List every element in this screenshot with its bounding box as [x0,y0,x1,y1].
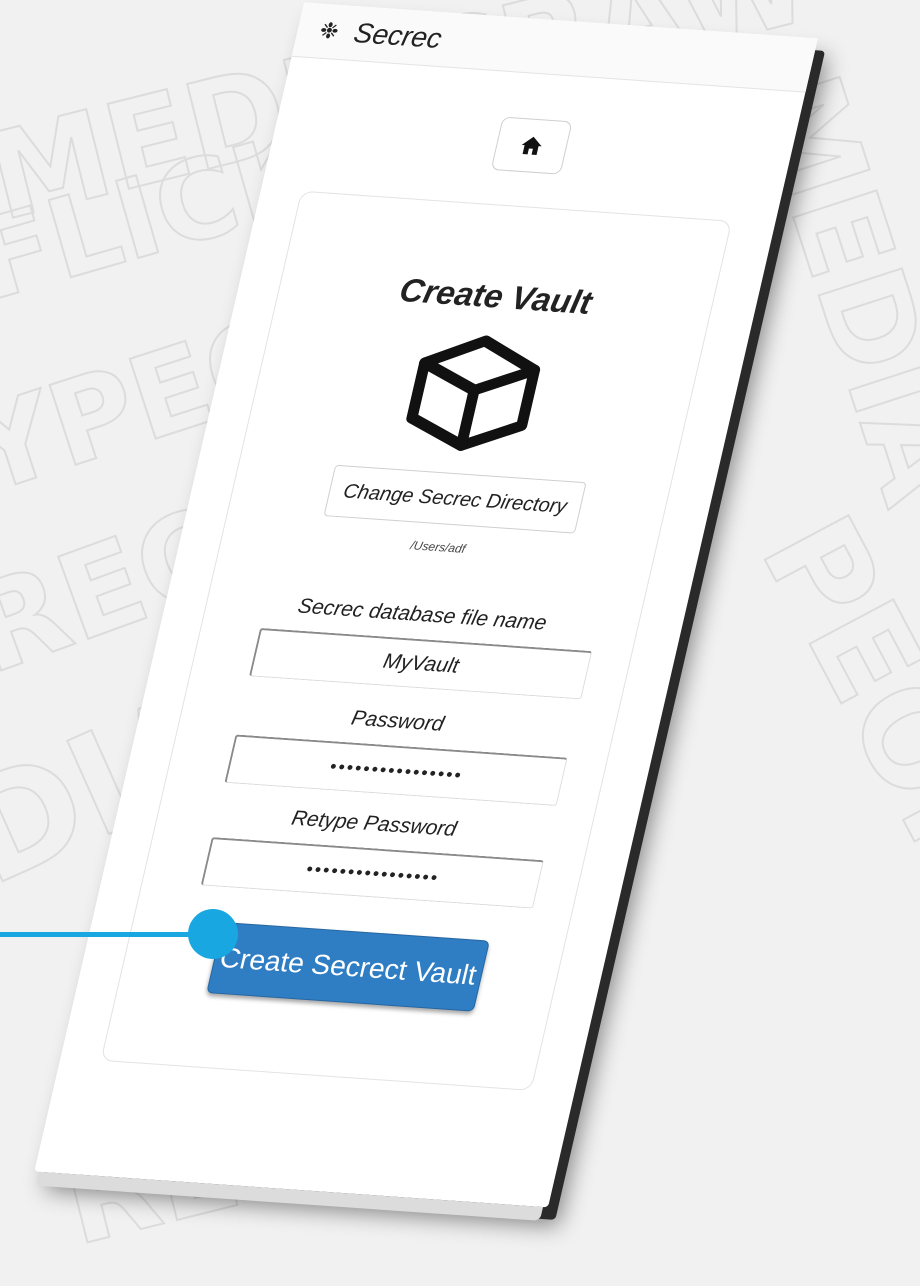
app-window-wrapper: ❉ Secrec Create Vault Change Secrec Dire… [0,0,920,1285]
cube-icon [406,335,541,451]
create-vault-card: Create Vault Change Secrec Directory /Us… [100,190,733,1091]
home-icon [521,136,542,156]
change-directory-button[interactable]: Change Secrec Directory [323,464,587,534]
callout-line [0,932,214,937]
password-input[interactable]: •••••••••••••••• [224,734,568,806]
card-title: Create Vault [396,271,596,321]
app-title: Secrec [350,17,445,54]
filename-input[interactable]: MyVault [248,627,593,700]
directory-path: /Users/adf [409,538,467,556]
app-window: ❉ Secrec Create Vault Change Secrec Dire… [34,2,818,1208]
create-vault-button[interactable]: Create Secrect Vault [206,921,490,1012]
home-button[interactable] [490,116,573,175]
retype-password-input[interactable]: •••••••••••••••• [200,837,545,909]
callout-dot [188,909,238,959]
tree-logo-icon: ❉ [317,17,342,44]
